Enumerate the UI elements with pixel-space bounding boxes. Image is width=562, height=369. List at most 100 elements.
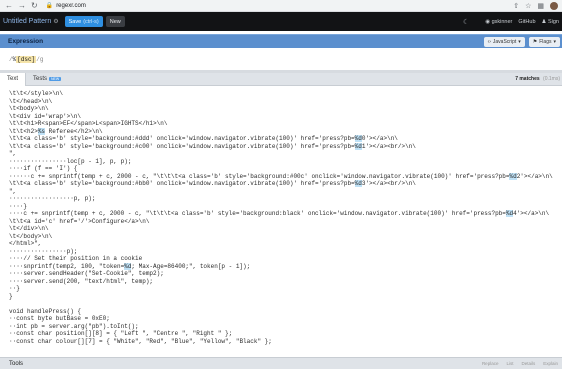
- match-count-text: 7 matches: [515, 76, 540, 82]
- code-line: ··const char colour[][7] = { "White", "R…: [9, 338, 562, 346]
- code-line: ",: [9, 188, 562, 196]
- tools-title: Tools: [9, 360, 24, 367]
- code-line: \t<div id='wrap'>\n\: [9, 113, 562, 121]
- code-text: 4'></a>\n\: [513, 210, 550, 217]
- match-count: 7 matches (0.1ms): [515, 76, 562, 82]
- expression-header: Expression ‹› JavaScript ▾ ⚑ Flags ▾: [0, 34, 562, 48]
- code-line: \t\t<a class='b' style='background:#ddd'…: [9, 135, 562, 143]
- code-line: ··················p, p);: [9, 195, 562, 203]
- new-button[interactable]: New: [105, 16, 125, 27]
- tab-text-label: Text: [7, 76, 19, 82]
- code-line: ····c += snprintf(temp + c, 2000 - c, "\…: [9, 210, 562, 218]
- code-line: \t\t<a class='b' style='background:#bb0'…: [9, 180, 562, 188]
- code-line: \t\t<a class='b' style='background:#c00'…: [9, 142, 562, 151]
- code-line: ····server.send(200, "text/html", temp);: [9, 278, 562, 286]
- code-line: ····// Set their position in a cookie: [9, 255, 562, 263]
- save-button[interactable]: Save (ctrl-s): [64, 16, 103, 27]
- code-line: ····snprintf(temp2, 100, "token=%d; Max-…: [9, 262, 562, 271]
- code-text: ",: [9, 187, 17, 195]
- back-icon[interactable]: ←: [5, 1, 13, 10]
- browser-toolbar: ← → ↻ 🔒 regexr.com ⇧ ☆ ▦: [0, 0, 562, 12]
- flavor-dropdown[interactable]: ‹› JavaScript ▾: [483, 36, 525, 47]
- forward-icon[interactable]: →: [18, 1, 26, 10]
- browser-avatar[interactable]: [550, 1, 558, 10]
- tools-tab-explain[interactable]: Explain: [543, 361, 558, 366]
- code-text: Referee</h2>\n\: [45, 127, 103, 135]
- tools-tabs: Replace List Details Explain: [482, 361, 562, 366]
- header-right: ☾ ◉ gskinner GitHub ♟ Sign: [463, 18, 562, 26]
- code-text: 2'></a>\n\: [516, 172, 553, 180]
- reload-icon[interactable]: ↻: [31, 1, 38, 10]
- tools-tab-replace[interactable]: Replace: [482, 361, 499, 366]
- code-line: void handlePress() {: [9, 308, 562, 316]
- tools-tab-list[interactable]: List: [506, 361, 513, 366]
- code-text: ····}: [9, 202, 28, 210]
- flags-dropdown[interactable]: ⚑ Flags ▾: [528, 36, 560, 47]
- match-highlight: %d: [509, 172, 517, 180]
- theme-moon-icon[interactable]: ☾: [463, 18, 469, 26]
- code-line: ················loc[p - 1], p, p);: [9, 158, 562, 166]
- extensions-icon[interactable]: ▦: [537, 2, 544, 10]
- tab-text[interactable]: Text: [0, 72, 27, 86]
- code-line: \t\t<a id='c' href='/'>Configure</a>\n\: [9, 218, 562, 226]
- code-text: \t</body>\n\: [9, 232, 53, 240]
- code-line: ··const byte butBase = 0xE0;: [9, 315, 562, 323]
- pattern-title-text: Untitled Pattern: [3, 18, 52, 25]
- flags-label: Flags: [539, 38, 552, 45]
- expression-controls: ‹› JavaScript ▾ ⚑ Flags ▾: [483, 36, 562, 47]
- save-label: Save: [68, 18, 82, 25]
- code-text: \t</head>\n\: [9, 97, 53, 105]
- code-text: ····snprintf(temp2, 100, "token=: [9, 262, 125, 270]
- match-time: (0.1ms): [543, 76, 560, 82]
- code-line: ················p);: [9, 248, 562, 256]
- code-text: \t\t<h1>R<span>EF</span>L<span>IGHTS</h1…: [9, 120, 168, 127]
- code-text: \t\t<a class='b' style='background:#c00'…: [9, 142, 355, 150]
- match-highlight: %d: [354, 142, 362, 150]
- settings-gear-icon[interactable]: ⚙: [53, 18, 58, 25]
- save-shortcut: (ctrl-s): [83, 18, 99, 25]
- address-bar[interactable]: 🔒 regexr.com: [46, 2, 86, 10]
- code-text: ····// Set their position in a cookie: [9, 255, 143, 262]
- code-line: ··}: [9, 285, 562, 293]
- code-text: ··const char colour[][7] = { "White", "R…: [9, 337, 272, 345]
- code-line: ",: [9, 150, 562, 158]
- code-text: \t\t<h2>: [9, 127, 38, 135]
- text-editor[interactable]: \t\t</style>\n\ \t</head>\n\ \t<body>\n\ \t…: [0, 86, 562, 357]
- code-text: \t</div>\n\: [9, 225, 49, 232]
- code-text: ··}: [9, 285, 20, 292]
- code-line: </html>",: [9, 240, 562, 248]
- new-label: New: [109, 18, 121, 25]
- github-link[interactable]: GitHub: [518, 19, 535, 25]
- share-icon[interactable]: ⇧: [513, 2, 519, 10]
- star-icon[interactable]: ☆: [525, 2, 531, 10]
- code-icon: ‹›: [487, 38, 491, 45]
- code-text: ················p);: [9, 247, 78, 255]
- tools-bar: Tools Replace List Details Explain: [0, 357, 562, 369]
- code-line: ··const char position[][8] = { "Left ", …: [9, 330, 562, 338]
- code-text: ····server.sendHeader("Set-Cookie", temp…: [9, 270, 164, 277]
- expression-input[interactable]: / % [dsc] / g: [0, 48, 562, 70]
- code-line: \t\t</style>\n\: [9, 90, 562, 98]
- code-text: \t\t<a id='c' href='/'>Configure</a>\n\: [9, 217, 150, 225]
- code-line: \t<body>\n\: [9, 105, 562, 113]
- code-text: \t<div id='wrap'>\n\: [9, 112, 82, 120]
- expression-title: Expression: [8, 38, 44, 45]
- tab-tests[interactable]: Tests NEW: [26, 73, 68, 86]
- code-line: ····if (f == 'I') {: [9, 165, 562, 173]
- code-text: \t\t<a class='b' style='background:#bb0'…: [9, 180, 355, 187]
- code-text: \t<body>\n\: [9, 105, 49, 112]
- tools-tab-details[interactable]: Details: [521, 361, 535, 366]
- code-text: ····if (f == 'I') {: [9, 165, 78, 172]
- code-text: 3'></a><br/>\n\: [361, 180, 416, 187]
- code-text: \t\t<a class='b' style='background:#ddd'…: [9, 135, 355, 142]
- code-text: ······c += snprintf(temp + c, 2000 - c, …: [9, 172, 510, 180]
- code-text: </html>",: [9, 240, 42, 247]
- new-badge: NEW: [49, 77, 62, 81]
- code-text: ··················p, p);: [9, 195, 96, 202]
- code-line: \t</head>\n\: [9, 98, 562, 106]
- code-text: ··int pb = server.arg("pb").toInt();: [9, 322, 139, 330]
- sign-in-link[interactable]: ♟ Sign: [542, 19, 559, 25]
- pattern-title[interactable]: Untitled Pattern ⚙: [0, 18, 59, 25]
- user-link[interactable]: ◉ gskinner: [485, 19, 512, 25]
- lock-icon[interactable]: 🔒: [46, 2, 53, 9]
